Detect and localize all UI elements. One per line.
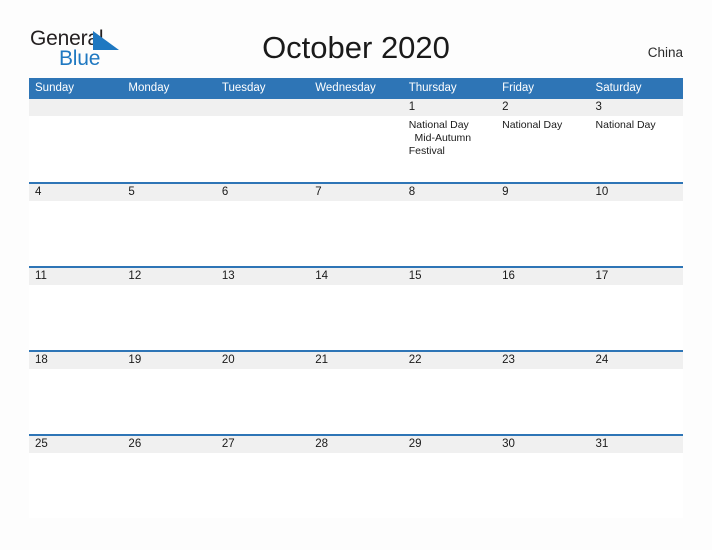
day-events[interactable] [215,116,310,183]
day-number[interactable]: 11 [29,266,123,285]
day-events[interactable] [309,116,403,183]
day-events[interactable]: National Day Mid-Autumn Festival [402,116,497,183]
day-number[interactable] [309,99,403,116]
day-number[interactable]: 26 [122,434,216,453]
calendar-week-events [29,369,683,435]
day-events[interactable] [309,453,403,518]
day-number[interactable]: 25 [29,434,123,453]
day-events[interactable]: National Day [496,116,590,183]
day-number[interactable]: 1 [402,99,497,116]
day-number[interactable]: 2 [496,99,590,116]
day-number[interactable]: 3 [589,99,683,116]
day-number[interactable]: 10 [589,182,683,201]
page-title: October 2020 [262,30,450,65]
day-number[interactable]: 17 [589,266,683,285]
day-events[interactable] [496,201,590,267]
weekday-header-wednesday: Wednesday [309,78,403,99]
day-events[interactable] [122,453,216,518]
day-events[interactable] [589,201,683,267]
day-number[interactable]: 9 [496,182,590,201]
day-events[interactable] [309,369,403,435]
day-number[interactable]: 31 [589,434,683,453]
day-events[interactable] [215,453,310,518]
day-number[interactable]: 12 [122,266,216,285]
day-number[interactable]: 16 [496,266,590,285]
day-number[interactable]: 14 [309,266,403,285]
day-number[interactable]: 24 [589,350,683,369]
day-events[interactable] [122,201,216,267]
day-events[interactable] [215,285,310,351]
calendar-body: 1 2 3 National Day Mid-Autumn Festival N… [29,99,683,518]
day-number[interactable] [215,99,310,116]
day-number[interactable]: 5 [122,182,216,201]
day-number[interactable]: 13 [215,266,310,285]
day-number[interactable]: 6 [215,182,310,201]
day-number[interactable]: 15 [402,266,497,285]
day-number[interactable] [29,99,123,116]
day-number[interactable]: 30 [496,434,590,453]
weekday-header-saturday: Saturday [589,78,683,99]
weekday-header-sunday: Sunday [29,78,123,99]
weekday-header-thursday: Thursday [402,78,497,99]
country-label: China [647,45,683,60]
day-events[interactable] [589,369,683,435]
day-events[interactable]: National Day [589,116,683,183]
day-number[interactable]: 27 [215,434,310,453]
day-events[interactable] [402,453,497,518]
calendar-week-dates: 11 12 13 14 15 16 17 [29,266,683,285]
weekday-header-tuesday: Tuesday [215,78,310,99]
day-events[interactable] [215,201,310,267]
day-events[interactable] [29,116,123,183]
day-events[interactable] [496,453,590,518]
day-number[interactable]: 21 [309,350,403,369]
day-events[interactable] [589,453,683,518]
calendar-week-dates: 25 26 27 28 29 30 31 [29,434,683,453]
day-events[interactable] [589,285,683,351]
day-number[interactable]: 4 [29,182,123,201]
event-text: National Day [595,119,656,131]
weekday-header-monday: Monday [122,78,216,99]
day-events[interactable] [29,369,123,435]
event-text: National Day [502,119,563,131]
day-number[interactable]: 28 [309,434,403,453]
day-number[interactable]: 29 [402,434,497,453]
event-text: National Day Mid-Autumn Festival [408,119,472,157]
calendar-week-dates: 4 5 6 7 8 9 10 [29,182,683,201]
day-events[interactable] [122,369,216,435]
day-events[interactable] [496,285,590,351]
day-events[interactable] [309,285,403,351]
day-events[interactable] [122,285,216,351]
calendar-week-events [29,285,683,351]
calendar-week-dates: 18 19 20 21 22 23 24 [29,350,683,369]
day-number[interactable] [122,99,216,116]
day-events[interactable] [29,201,123,267]
weekday-header-friday: Friday [496,78,590,99]
calendar-week-events: National Day Mid-Autumn Festival Nationa… [29,116,683,183]
calendar-week-dates: 1 2 3 [29,99,683,116]
day-events[interactable] [29,285,123,351]
calendar-header-row: Sunday Monday Tuesday Wednesday Thursday… [29,78,683,99]
day-number[interactable]: 18 [29,350,123,369]
day-events[interactable] [402,285,497,351]
day-number[interactable]: 8 [402,182,497,201]
day-events[interactable] [309,201,403,267]
day-number[interactable]: 7 [309,182,403,201]
day-events[interactable] [215,369,310,435]
day-events[interactable] [402,369,497,435]
day-number[interactable]: 23 [496,350,590,369]
day-number[interactable]: 20 [215,350,310,369]
day-events[interactable] [122,116,216,183]
day-number[interactable]: 19 [122,350,216,369]
day-number[interactable]: 22 [402,350,497,369]
calendar-table: Sunday Monday Tuesday Wednesday Thursday… [29,78,683,518]
day-events[interactable] [402,201,497,267]
calendar-week-events [29,201,683,267]
day-events[interactable] [29,453,123,518]
calendar-week-events [29,453,683,518]
page-header: General Blue October 2020 China [0,0,712,76]
day-events[interactable] [496,369,590,435]
